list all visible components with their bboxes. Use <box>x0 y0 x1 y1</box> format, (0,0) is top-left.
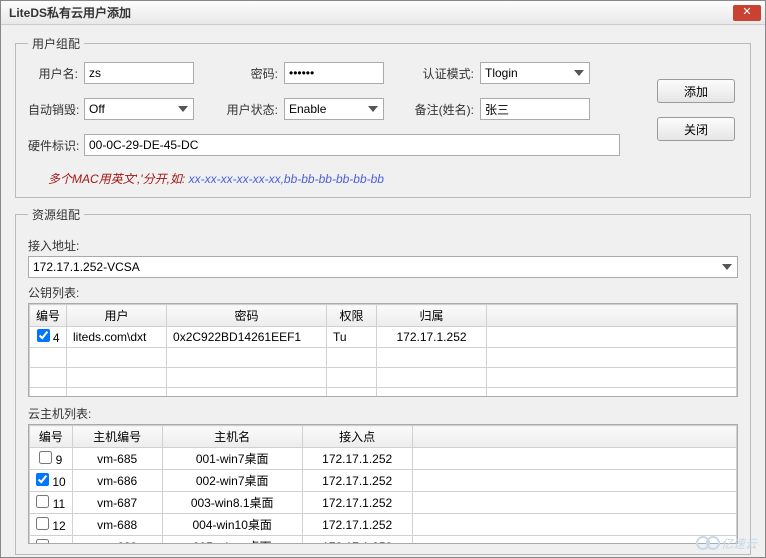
autodestroy-label: 自动销毁: <box>28 101 84 118</box>
table-row <box>30 368 737 388</box>
row-checkbox[interactable] <box>36 495 49 508</box>
content-area: 添加 关闭 用户组配 用户名: 密码: 认证模式: Tlogin 自动销毁: O… <box>1 25 765 557</box>
title-bar: LiteDS私有云用户添加 ✕ <box>1 1 765 25</box>
access-label: 接入地址: <box>28 237 738 254</box>
pk-col-user: 用户 <box>67 305 167 327</box>
password-label: 密码: <box>214 65 284 82</box>
row-checkbox[interactable] <box>36 539 49 544</box>
table-row[interactable]: 10vm-686002-win7桌面172.17.1.252 <box>30 470 737 492</box>
vm-table-wrap: 编号 主机编号 主机名 接入点 9vm-685001-win7桌面172.17.… <box>28 424 738 544</box>
table-row[interactable]: 13vm-689005-winxp桌面172.17.1.252 <box>30 536 737 544</box>
vm-col-no: 编号 <box>30 426 73 448</box>
auth-select[interactable]: Tlogin <box>480 62 590 84</box>
vm-table: 编号 主机编号 主机名 接入点 9vm-685001-win7桌面172.17.… <box>29 425 737 543</box>
pubkey-table: 编号 用户 密码 权限 归属 4liteds.com\dxt0x2C922BD1… <box>29 304 737 396</box>
pk-col-pwd: 密码 <box>167 305 327 327</box>
table-row[interactable]: 11vm-687003-win8.1桌面172.17.1.252 <box>30 492 737 514</box>
window-title: LiteDS私有云用户添加 <box>9 4 131 21</box>
status-label: 用户状态: <box>214 101 284 118</box>
add-button[interactable]: 添加 <box>657 79 735 103</box>
pk-col-no: 编号 <box>30 305 67 327</box>
vm-col-access: 接入点 <box>302 426 412 448</box>
status-select[interactable]: Enable <box>284 98 384 120</box>
username-input[interactable] <box>84 62 194 84</box>
vm-col-hostno: 主机编号 <box>72 426 162 448</box>
pubkey-label: 公钥列表: <box>28 284 738 301</box>
vm-label: 云主机列表: <box>28 405 738 422</box>
close-icon[interactable]: ✕ <box>733 5 761 21</box>
mac-hint-example: xx-xx-xx-xx-xx-xx,bb-bb-bb-bb-bb-bb <box>189 172 384 186</box>
pubkey-table-wrap: 编号 用户 密码 权限 归属 4liteds.com\dxt0x2C922BD1… <box>28 303 738 397</box>
table-row <box>30 348 737 368</box>
pubkey-scroll[interactable]: 编号 用户 密码 权限 归属 4liteds.com\dxt0x2C922BD1… <box>29 304 737 396</box>
side-buttons: 添加 关闭 <box>657 79 735 155</box>
pk-col-perm: 权限 <box>327 305 377 327</box>
autodestroy-select[interactable]: Off <box>84 98 194 120</box>
dialog-window: LiteDS私有云用户添加 ✕ 添加 关闭 用户组配 用户名: 密码: 认证模式… <box>0 0 766 558</box>
vm-col-spacer <box>412 426 736 448</box>
row-checkbox[interactable] <box>39 451 52 464</box>
user-group-legend: 用户组配 <box>28 35 84 52</box>
pk-col-belong: 归属 <box>377 305 487 327</box>
remark-label: 备注(姓名): <box>404 101 480 118</box>
vm-scroll[interactable]: 编号 主机编号 主机名 接入点 9vm-685001-win7桌面172.17.… <box>29 425 737 543</box>
password-input[interactable] <box>284 62 384 84</box>
resource-group-legend: 资源组配 <box>28 206 84 223</box>
resource-group-fieldset: 资源组配 接入地址: 172.17.1.252-VCSA 公钥列表: 编号 用户… <box>15 206 751 555</box>
vm-col-hostname: 主机名 <box>162 426 302 448</box>
table-row[interactable]: 9vm-685001-win7桌面172.17.1.252 <box>30 448 737 470</box>
row-checkbox[interactable] <box>36 473 49 486</box>
username-label: 用户名: <box>28 65 84 82</box>
table-row <box>30 388 737 397</box>
mac-hint-text: 多个MAC用英文','分开,如: <box>48 172 189 186</box>
table-row[interactable]: 4liteds.com\dxt0x2C922BD14261EEF1Tu172.1… <box>30 327 737 348</box>
close-button[interactable]: 关闭 <box>657 117 735 141</box>
row-checkbox[interactable] <box>37 329 50 342</box>
mac-hint: 多个MAC用英文','分开,如: xx-xx-xx-xx-xx-xx,bb-bb… <box>48 170 620 187</box>
remark-input[interactable] <box>480 98 590 120</box>
row-checkbox[interactable] <box>36 517 49 530</box>
access-select[interactable]: 172.17.1.252-VCSA <box>28 256 738 278</box>
hw-input[interactable] <box>84 134 620 156</box>
pk-col-spacer <box>487 305 737 327</box>
hw-label: 硬件标识: <box>28 137 84 154</box>
user-group-fieldset: 用户组配 用户名: 密码: 认证模式: Tlogin 自动销毁: Off 用户状… <box>15 35 751 198</box>
auth-label: 认证模式: <box>404 65 480 82</box>
table-row[interactable]: 12vm-688004-win10桌面172.17.1.252 <box>30 514 737 536</box>
